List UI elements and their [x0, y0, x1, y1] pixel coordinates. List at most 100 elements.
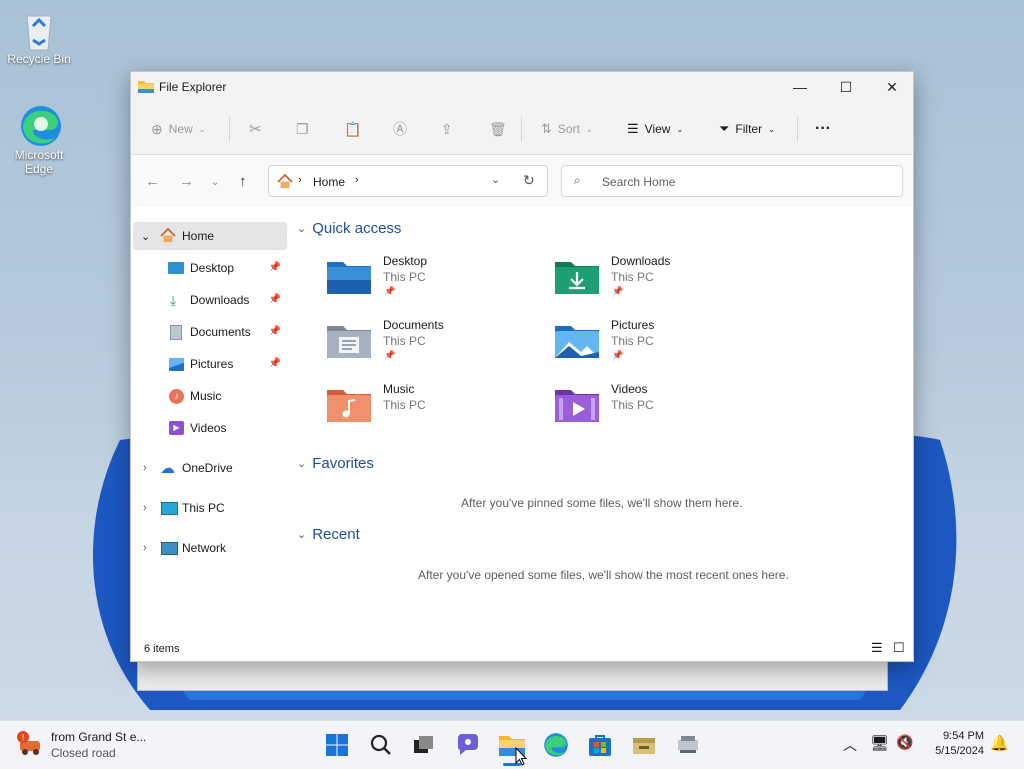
recent-header[interactable]: ⌄ Recent: [297, 526, 360, 543]
chevron-down-icon: ⌄: [297, 458, 307, 470]
sidebar-item-label: Desktop: [190, 261, 235, 275]
item-location: This PC: [383, 270, 426, 284]
view-icon: ☰: [627, 121, 639, 136]
back-button[interactable]: ←: [145, 173, 160, 190]
share-button[interactable]: ⇪: [441, 120, 453, 138]
item-name: Music: [383, 382, 415, 396]
sidebar-item-documents[interactable]: Documents 📌: [133, 318, 287, 346]
sidebar-item-network[interactable]: › Network: [133, 534, 287, 562]
sidebar-item-desktop[interactable]: Desktop 📌: [133, 254, 287, 282]
details-view-icon[interactable]: ☰: [871, 640, 883, 656]
sidebar-item-downloads[interactable]: ⤓ Downloads 📌: [133, 286, 287, 314]
edge-taskbar-button[interactable]: [542, 731, 570, 759]
pin-icon: 📌: [612, 350, 624, 360]
tiles-view-icon[interactable]: ☐: [893, 640, 905, 656]
start-button[interactable]: [323, 731, 351, 759]
sidebar-item-onedrive[interactable]: › ☁ OneDrive: [133, 454, 287, 482]
address-dropdown-icon[interactable]: ⌄: [491, 173, 500, 186]
app-taskbar-button-1[interactable]: [630, 731, 658, 759]
filter-label: Filter: [735, 122, 763, 136]
pin-icon: 📌: [384, 286, 396, 296]
chevron-down-icon: ⌄: [585, 124, 593, 134]
item-location: This PC: [611, 398, 654, 412]
copy-button[interactable]: ❐: [296, 120, 309, 138]
pin-icon: 📌: [268, 294, 281, 305]
recent-locations-button[interactable]: ⌄: [211, 177, 219, 188]
quick-access-item-music[interactable]: Music This PC: [327, 380, 547, 436]
breadcrumb-home[interactable]: Home: [313, 175, 345, 189]
delete-button[interactable]: 🗑: [489, 120, 507, 138]
document-icon: [170, 324, 182, 340]
pin-icon: 📌: [384, 350, 396, 360]
cloud-icon: ☁: [160, 460, 175, 477]
search-box[interactable]: ⌕ Search Home: [561, 165, 903, 197]
title-bar[interactable]: File Explorer — ☐ ✕: [131, 72, 913, 102]
up-button[interactable]: ↑: [239, 173, 247, 190]
view-button[interactable]: ☰ View ⌄: [627, 120, 683, 138]
quick-access-item-videos[interactable]: Videos This PC: [555, 380, 775, 436]
maximize-button[interactable]: ☐: [823, 72, 869, 102]
rename-icon: Ⓐ: [393, 121, 407, 137]
forward-button[interactable]: →: [179, 173, 194, 190]
search-icon: ⌕: [574, 173, 581, 187]
sidebar-item-music[interactable]: ♪ Music: [133, 382, 287, 410]
sidebar-item-pictures[interactable]: Pictures 📌: [133, 350, 287, 378]
favorites-header[interactable]: ⌄ Favorites: [297, 455, 374, 472]
sidebar-item-label: Home: [182, 229, 215, 243]
edge-desktop-icon[interactable]: Microsoft Edge: [4, 104, 74, 176]
navigation-pane: ⌄ Home Desktop 📌 ⤓ Downloads 📌 Documents…: [131, 212, 291, 632]
clock-time: 9:54 PM: [943, 730, 984, 742]
refresh-icon[interactable]: ↻: [523, 172, 535, 189]
paste-button[interactable]: 📋: [344, 120, 361, 138]
rename-button[interactable]: Ⓐ: [393, 120, 407, 138]
network-status-icon[interactable]: 🖥: [870, 734, 889, 752]
clipboard-icon: 📋: [344, 120, 362, 137]
view-label: View: [644, 122, 671, 136]
sort-button[interactable]: ⇅ Sort ⌄: [541, 120, 593, 138]
taskbar: ! from Grand St e... Closed road ︿ 🖥 🔇 9…: [0, 720, 1024, 769]
pin-icon: 📌: [268, 262, 281, 273]
minimize-icon: —: [793, 79, 807, 95]
maximize-icon: ☐: [839, 78, 853, 95]
close-button[interactable]: ✕: [869, 72, 915, 102]
sidebar-item-label: OneDrive: [182, 461, 233, 475]
breadcrumb-chevron-icon: ›: [355, 174, 359, 186]
search-icon: [370, 734, 391, 755]
store-taskbar-button[interactable]: [586, 731, 614, 759]
item-name: Pictures: [611, 318, 655, 332]
sidebar-item-videos[interactable]: ▶ Videos: [133, 414, 287, 442]
volume-muted-icon[interactable]: 🔇: [896, 734, 913, 751]
quick-access-item-pictures[interactable]: Pictures This PC 📌: [555, 316, 775, 372]
item-location: This PC: [383, 398, 426, 412]
sidebar-item-this-pc[interactable]: › This PC: [133, 494, 287, 522]
store-icon: [589, 735, 611, 756]
new-button[interactable]: ⊕ New ⌄: [151, 120, 205, 138]
app-taskbar-button-2[interactable]: [674, 731, 702, 759]
notification-icon[interactable]: 🔔: [990, 734, 1009, 752]
navigation-row: ← → ⌄ ↑ › Home › ⌄ ↻ ⌕ Search Home: [131, 155, 913, 207]
show-hidden-icons-button[interactable]: ︿: [843, 735, 857, 755]
quick-access-item-documents[interactable]: Documents This PC 📌: [327, 316, 547, 372]
close-icon: ✕: [886, 78, 898, 95]
quick-access-item-downloads[interactable]: Downloads This PC 📌: [555, 252, 775, 308]
search-button[interactable]: [367, 731, 395, 759]
news-widget[interactable]: ! from Grand St e... Closed road: [16, 727, 166, 763]
task-view-button[interactable]: [410, 731, 438, 759]
filter-button[interactable]: ⏷ Filter ⌄: [719, 120, 775, 138]
recycle-bin-desktop-icon[interactable]: Recycle Bin: [4, 8, 74, 66]
sidebar-item-label: This PC: [182, 501, 225, 515]
chevron-down-icon: ⌄: [297, 223, 307, 235]
address-bar[interactable]: › Home › ⌄ ↻: [268, 165, 548, 197]
more-options-button[interactable]: ···: [815, 120, 831, 138]
filter-icon: ⏷: [719, 121, 730, 136]
cut-button[interactable]: ✂: [249, 120, 262, 138]
clock[interactable]: 9:54 PM 5/15/2024: [922, 729, 984, 759]
chat-button[interactable]: [454, 731, 482, 759]
quick-access-header[interactable]: ⌄ Quick access: [297, 220, 401, 237]
sidebar-item-home[interactable]: ⌄ Home: [133, 222, 287, 250]
trash-icon: 🗑: [489, 120, 507, 137]
chevron-down-icon: ⌄: [198, 124, 206, 134]
quick-access-item-desktop[interactable]: Desktop This PC 📌: [327, 252, 547, 308]
network-icon: [161, 541, 178, 555]
minimize-button[interactable]: —: [777, 72, 823, 102]
